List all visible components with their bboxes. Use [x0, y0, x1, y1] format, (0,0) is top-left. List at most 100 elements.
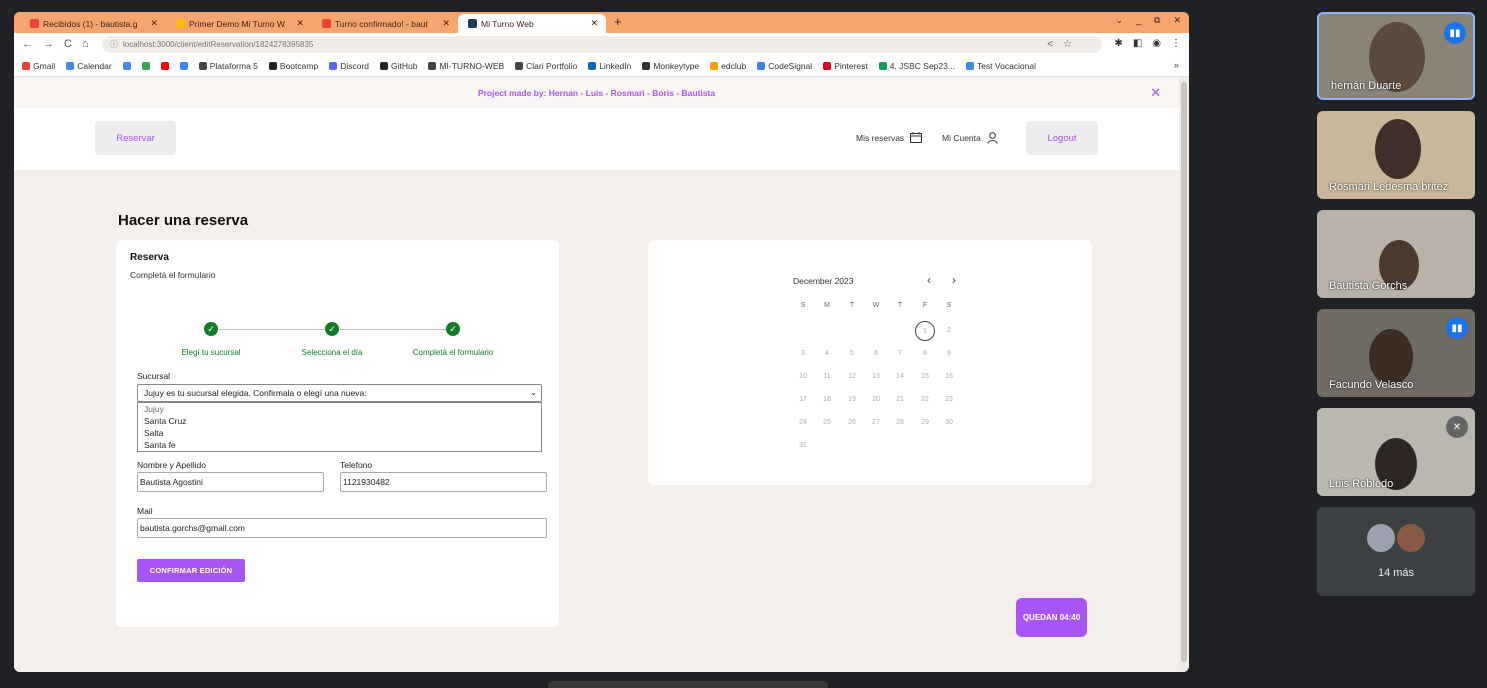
logout-button[interactable]: Logout: [1026, 121, 1098, 155]
close-tab-icon[interactable]: ✕: [296, 18, 304, 29]
calendar-day[interactable]: 6: [866, 344, 886, 364]
nombre-input[interactable]: Bautista Agostini: [137, 472, 324, 492]
calendar-day[interactable]: 5: [842, 344, 862, 364]
bookmark-item[interactable]: Test Vocacional: [965, 61, 1036, 71]
participant-tile[interactable]: ▮▮ hernán Duarte: [1317, 12, 1475, 100]
tab-turno-confirmado[interactable]: Turno confirmado! - baut ✕: [312, 14, 458, 33]
mail-input[interactable]: bautista.gorchs@gmail.com: [137, 518, 547, 538]
new-tab-button[interactable]: +: [614, 14, 622, 29]
calendar-day[interactable]: 10: [793, 367, 813, 387]
page-scrollbar[interactable]: [1179, 78, 1189, 672]
bookmark-item[interactable]: GitHub: [380, 61, 417, 71]
confirmar-edicion-button[interactable]: CONFIRMAR EDICIÓN: [137, 559, 245, 582]
bookmark-item[interactable]: Monkeytype: [642, 61, 699, 71]
calendar-day[interactable]: 19: [842, 390, 862, 410]
bookmark-item[interactable]: LinkedIn: [588, 61, 631, 71]
back-icon[interactable]: ←: [22, 38, 33, 50]
calendar-day[interactable]: 2: [939, 321, 959, 341]
tab-gmail-inbox[interactable]: Recibidos (1) - bautista.g ✕: [20, 14, 166, 33]
profile-icon[interactable]: ◉: [1152, 38, 1161, 49]
telefono-input[interactable]: 1121930482: [340, 472, 547, 492]
bookmark-item[interactable]: 4. JSBC Sep23...: [878, 61, 955, 71]
calendar-day[interactable]: 17: [793, 390, 813, 410]
bookmark-item[interactable]: [160, 62, 169, 70]
participant-tile[interactable]: ✕ Luis Robledo: [1317, 408, 1475, 496]
tab-mi-turno-web[interactable]: Mi Turno Web ✕: [458, 14, 606, 33]
bookmark-item[interactable]: MI-TURNO-WEB: [428, 61, 504, 71]
close-window-icon[interactable]: ✕: [1173, 15, 1181, 26]
bookmark-item[interactable]: Calendar: [66, 61, 112, 71]
minimize-icon[interactable]: _: [1136, 15, 1141, 26]
forward-icon[interactable]: →: [43, 38, 54, 50]
calendar-day[interactable]: 29: [915, 413, 935, 433]
participant-tile[interactable]: Rosmari Ledesma britez: [1317, 111, 1475, 199]
bookmark-item[interactable]: [122, 62, 131, 70]
bookmark-item[interactable]: [141, 62, 150, 70]
sucursal-option[interactable]: Jujuy: [138, 403, 541, 415]
bookmark-item[interactable]: Gmail: [22, 61, 55, 71]
calendar-day[interactable]: 15: [915, 367, 935, 387]
sucursal-select[interactable]: Jujuy es tu sucursal elegida. Confirmala…: [137, 384, 542, 402]
reservar-button[interactable]: Reservar: [95, 121, 176, 155]
calendar-day[interactable]: 31: [793, 436, 813, 456]
calendar-day[interactable]: 24: [793, 413, 813, 433]
participant-tile[interactable]: ▮▮ Facundo Velasco: [1317, 309, 1475, 397]
scrollbar-thumb[interactable]: [1181, 82, 1187, 662]
banner-close-icon[interactable]: ✕: [1150, 85, 1161, 101]
previous-month-icon[interactable]: ‹: [927, 273, 931, 287]
calendar-day[interactable]: 9: [939, 344, 959, 364]
side-panel-icon[interactable]: ◧: [1133, 38, 1142, 49]
calendar-day[interactable]: 14: [890, 367, 910, 387]
bookmark-star-icon[interactable]: ☆: [1063, 39, 1072, 50]
close-tab-icon[interactable]: ✕: [150, 18, 158, 29]
calendar-day[interactable]: 22: [915, 390, 935, 410]
bookmark-item[interactable]: Plataforma 5: [198, 61, 258, 71]
calendar-day[interactable]: 13: [866, 367, 886, 387]
tab-search-icon[interactable]: ⌄: [1115, 15, 1123, 26]
next-month-icon[interactable]: ›: [952, 273, 956, 287]
bookmark-item[interactable]: CodeSignal: [757, 61, 812, 71]
calendar-day[interactable]: 7: [890, 344, 910, 364]
bookmark-item[interactable]: edclub: [710, 61, 746, 71]
home-icon[interactable]: ⌂: [82, 38, 89, 50]
calendar-day[interactable]: 25: [817, 413, 837, 433]
calendar-day[interactable]: 16: [939, 367, 959, 387]
bookmark-item[interactable]: Bootcamp: [268, 61, 318, 71]
reload-icon[interactable]: C: [64, 38, 72, 50]
calendar-day[interactable]: 21: [890, 390, 910, 410]
calendar-day[interactable]: 4: [817, 344, 837, 364]
bookmarks-overflow-icon[interactable]: »: [1174, 60, 1179, 70]
more-participants-tile[interactable]: 14 más: [1317, 507, 1475, 596]
calendar-day[interactable]: 26: [842, 413, 862, 433]
bookmark-item[interactable]: Discord: [329, 61, 369, 71]
bookmark-item[interactable]: Pinterest: [823, 61, 868, 71]
mis-reservas-link[interactable]: Mis reservas: [856, 132, 923, 143]
calendar-day[interactable]: 27: [866, 413, 886, 433]
bookmark-item[interactable]: [179, 62, 188, 70]
sucursal-option[interactable]: Santa Cruz: [138, 415, 541, 427]
share-icon[interactable]: <: [1047, 39, 1053, 50]
calendar-day[interactable]: 12: [842, 367, 862, 387]
calendar-day[interactable]: 8: [915, 344, 935, 364]
sucursal-option[interactable]: Salta: [138, 427, 541, 439]
tab-demo-slides[interactable]: Primer Demo Mi Turno W ✕: [166, 14, 312, 33]
calendar-day-selected[interactable]: 1: [915, 321, 935, 341]
calendar-day[interactable]: 3: [793, 344, 813, 364]
site-info-icon[interactable]: ⓘ: [110, 39, 118, 50]
calendar-day[interactable]: 11: [817, 367, 837, 387]
address-bar[interactable]: ⓘ localhost:3000/client/editReservation/…: [102, 36, 1102, 53]
participant-tile[interactable]: Bautista Gorchs: [1317, 210, 1475, 298]
calendar-day[interactable]: 28: [890, 413, 910, 433]
calendar-day[interactable]: 23: [939, 390, 959, 410]
close-tab-icon[interactable]: ✕: [442, 18, 450, 29]
calendar-day[interactable]: 18: [817, 390, 837, 410]
menu-icon[interactable]: ⋮: [1171, 38, 1181, 49]
sucursal-option[interactable]: Santa fe: [138, 439, 541, 451]
calendar-day[interactable]: 30: [939, 413, 959, 433]
bookmark-item[interactable]: Clari Portfolio: [515, 61, 577, 71]
close-tab-icon[interactable]: ✕: [590, 18, 598, 29]
extensions-icon[interactable]: ✱: [1114, 38, 1122, 49]
calendar-day[interactable]: 20: [866, 390, 886, 410]
restore-icon[interactable]: ⧉: [1154, 15, 1160, 26]
mi-cuenta-link[interactable]: Mi Cuenta: [942, 132, 998, 144]
